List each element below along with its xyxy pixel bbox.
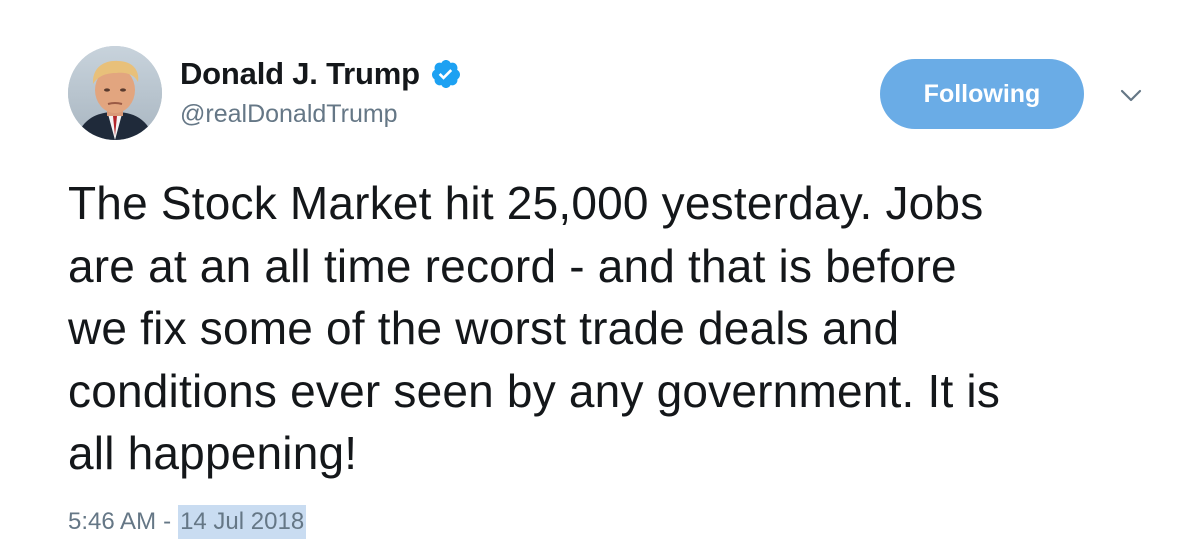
tweet-time[interactable]: 5:46 AM — [68, 508, 156, 536]
author-handle[interactable]: @realDonaldTrump — [180, 100, 462, 129]
tweet-card: Donald J. Trump @realDonaldTrump Followi… — [0, 0, 1200, 553]
tweet-date[interactable]: 14 Jul 2018 — [178, 505, 307, 539]
chevron-down-icon[interactable] — [1116, 83, 1146, 109]
avatar-image — [68, 46, 162, 140]
tweet-timestamp[interactable]: 5:46 AM - 14 Jul 2018 — [68, 505, 307, 539]
tweet-text: The Stock Market hit 25,000 yesterday. J… — [68, 177, 1001, 479]
author-name-row: Donald J. Trump — [180, 54, 462, 94]
following-button[interactable]: Following — [880, 59, 1084, 129]
author-block: Donald J. Trump @realDonaldTrump — [180, 54, 462, 129]
author-display-name[interactable]: Donald J. Trump — [180, 56, 420, 92]
timestamp-separator: - — [163, 508, 172, 535]
avatar[interactable] — [68, 46, 162, 140]
verified-badge-icon — [430, 58, 462, 90]
